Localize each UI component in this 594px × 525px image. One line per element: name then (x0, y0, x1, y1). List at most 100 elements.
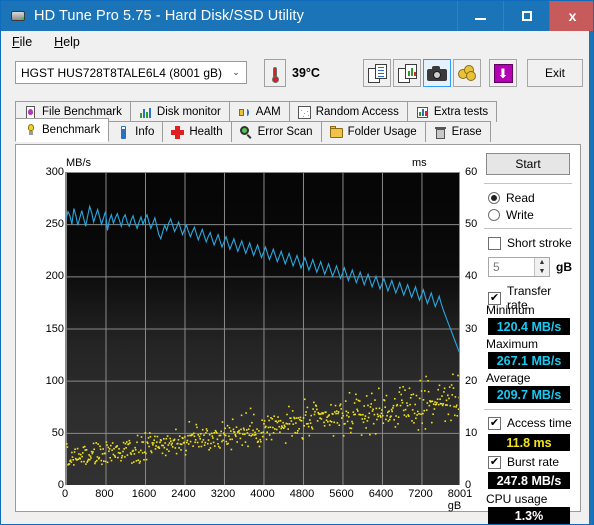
exit-button[interactable]: Exit (527, 59, 583, 87)
x-axis-tick: 4800 (289, 488, 315, 500)
benchmark-chart: MB/s ms 0 50 100 150 200 250 300 0 10 20 30 40 50 60… (34, 157, 478, 512)
radio-write-label: Write (506, 208, 534, 222)
short-stroke-checkbox (488, 236, 501, 250)
stepper-up-icon[interactable]: ▲ (535, 258, 549, 267)
divider (484, 183, 572, 184)
tab-folder-usage[interactable]: Folder Usage (320, 121, 426, 142)
screenshot-button[interactable] (423, 59, 451, 87)
tab-benchmark[interactable]: Benchmark (15, 118, 110, 142)
tab-disk-monitor[interactable]: Disk monitor (129, 101, 230, 122)
temperature-label: 39°C (292, 66, 320, 80)
tab-extra-tests[interactable]: Extra tests (406, 101, 498, 122)
y-axis-tick-left: 100 (45, 374, 64, 387)
toolbar: HGST HUS728T8TALE6L4 (8001 gB) ⌄ 39°C ⬇ … (2, 53, 593, 95)
average-label: Average (486, 371, 531, 385)
radio-read-label: Read (506, 191, 535, 205)
stepper-arrows[interactable]: ▲ ▼ (534, 258, 549, 276)
y-axis-right-unit: ms (412, 157, 427, 169)
harddisk-icon (10, 8, 26, 24)
coins-icon (458, 65, 476, 81)
tab-label: Info (135, 126, 155, 138)
x-axis-tick: 0 (61, 488, 69, 500)
short-stroke-stepper[interactable]: 5 ▲ ▼ (488, 257, 550, 277)
drive-select[interactable]: HGST HUS728T8TALE6L4 (8001 gB) ⌄ (15, 61, 247, 84)
y-axis-left-unit: MB/s (66, 157, 92, 169)
window-controls: x (457, 1, 593, 31)
plot-area (65, 172, 460, 485)
cpu-usage-value: 1.3% (488, 507, 570, 524)
x-axis-tick: 1600 (131, 488, 157, 500)
tab-label: AAM (255, 106, 281, 118)
file-benchmark-icon (24, 105, 37, 119)
title-bar: HD Tune Pro 5.75 - Hard Disk/SSD Utility… (1, 1, 593, 31)
burst-rate-value: 247.8 MB/s (488, 472, 570, 489)
close-icon: x (568, 8, 577, 24)
thermometer-icon (264, 59, 286, 87)
plot-svg (66, 172, 459, 485)
x-axis-labels: 0 800 1600 2400 3200 4000 4800 5600 6400 7200 8001… (61, 488, 472, 512)
tab-label: Extra tests (433, 106, 489, 118)
access-time-label: Access time (507, 416, 572, 430)
donate-button[interactable] (453, 59, 481, 87)
minimize-button[interactable] (457, 1, 503, 31)
x-axis-tick: 5600 (329, 488, 354, 500)
maximize-button[interactable] (503, 1, 549, 31)
chevron-down-icon: ⌄ (232, 67, 240, 77)
document-copy-icon (367, 63, 387, 83)
burst-rate-checkbox: ✔ (488, 455, 501, 469)
bar-chart-icon (139, 106, 152, 119)
menu-item-file[interactable]: File (12, 35, 32, 49)
x-axis-tick: 4000 (250, 488, 275, 500)
tab-label: File Benchmark (42, 106, 122, 118)
tab-label: Random Access (315, 106, 399, 118)
gridlines (66, 172, 459, 485)
minimum-value: 120.4 MB/s (488, 318, 570, 335)
divider (484, 409, 572, 410)
lightbulb-icon (24, 123, 37, 137)
x-axis-tick: 800 (95, 488, 114, 500)
y-axis-tick-left: 250 (45, 218, 64, 231)
tab-random-access[interactable]: Random Access (288, 101, 408, 122)
radio-write-indicator (488, 209, 500, 221)
x-axis-tick: 3200 (210, 488, 236, 500)
y-axis-tick-left: 50 (51, 426, 64, 439)
stepper-down-icon[interactable]: ▼ (535, 267, 549, 276)
camera-icon (427, 65, 447, 81)
checkbox-burst-rate[interactable]: ✔ Burst rate (488, 455, 559, 469)
short-stroke-label: Short stroke (507, 236, 572, 250)
speaker-icon (238, 106, 251, 119)
tab-label: Disk monitor (156, 106, 221, 118)
info-icon (117, 125, 130, 139)
menu-item-help[interactable]: Help (54, 35, 80, 49)
y-axis-tick-left: 0 (57, 479, 64, 491)
maximum-label: Maximum (486, 337, 539, 351)
start-button[interactable]: Start (486, 153, 570, 175)
short-stroke-unit: gB (556, 260, 572, 274)
divider (484, 228, 572, 229)
drive-select-value: HGST HUS728T8TALE6L4 (8001 gB) (21, 65, 222, 80)
access-time-value: 11.8 ms (488, 434, 570, 451)
hd-tune-window: HD Tune Pro 5.75 - Hard Disk/SSD Utility… (0, 0, 594, 525)
y-axis-tick-left: 150 (45, 322, 64, 335)
copy-graph-button[interactable] (393, 59, 421, 87)
extra-chart-icon (416, 106, 429, 119)
radio-read[interactable]: Read (488, 191, 535, 205)
tab-aam[interactable]: AAM (228, 101, 290, 122)
document-chart-copy-icon (397, 63, 417, 83)
folder-icon (329, 125, 343, 139)
tab-info[interactable]: Info (108, 121, 164, 142)
short-stroke-value: 5 (493, 260, 500, 274)
copy-text-button[interactable] (363, 59, 391, 87)
menu-bar: File Help (2, 31, 593, 53)
average-value: 209.7 MB/s (488, 386, 570, 403)
close-button[interactable]: x (549, 1, 593, 31)
title-bar-left: HD Tune Pro 5.75 - Hard Disk/SSD Utility (1, 1, 457, 31)
save-button[interactable]: ⬇ (489, 59, 517, 87)
x-axis-tick: 6400 (368, 488, 394, 500)
checkbox-access-time[interactable]: ✔ Access time (488, 416, 572, 430)
tab-health[interactable]: Health (162, 121, 232, 142)
tab-erase[interactable]: Erase (424, 121, 491, 142)
radio-write[interactable]: Write (488, 208, 534, 222)
checkbox-short-stroke[interactable]: Short stroke (488, 236, 572, 250)
tab-error-scan[interactable]: Error Scan (230, 121, 322, 142)
